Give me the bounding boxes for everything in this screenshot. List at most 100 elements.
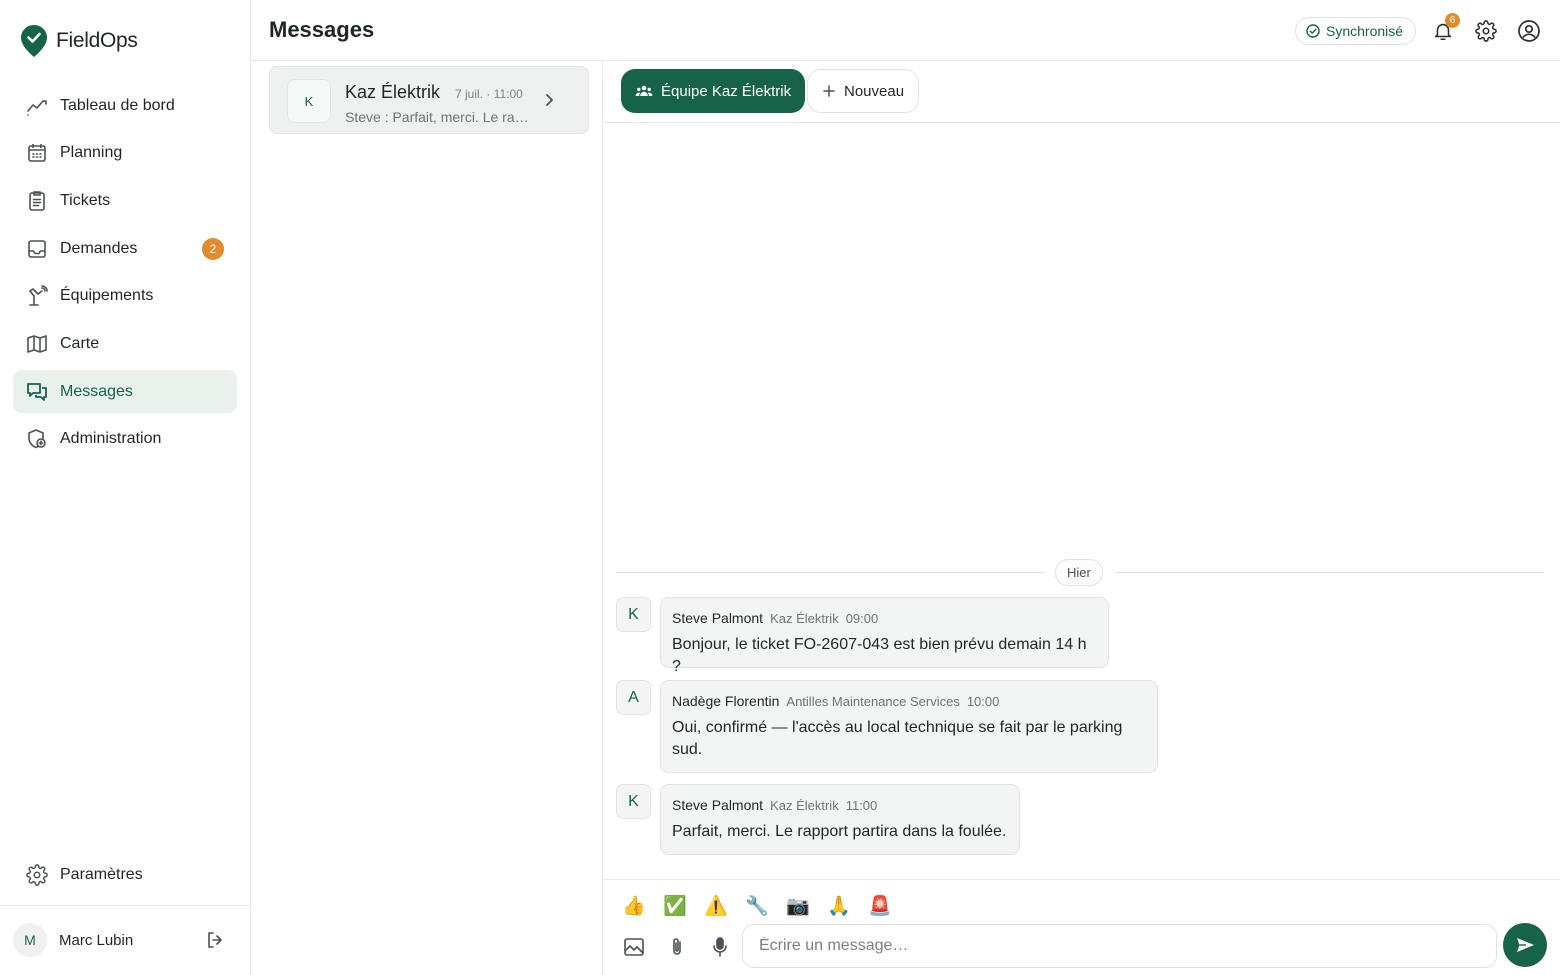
day-separator: Hier [616,559,1544,587]
conversation-list: K Kaz Élektrik 7 juil. · 11:00 Steve : P… [251,61,603,975]
chat-tabs: Équipe Kaz Élektrik Nouveau [604,61,1560,123]
admin-shield-icon [26,428,48,450]
message-org: Kaz Élektrik [770,798,839,813]
sidebar-item-planning[interactable]: Planning [13,132,237,175]
sidebar-item-label: Demandes [60,239,138,257]
current-user: M Marc Lubin [13,922,237,958]
conversation-item[interactable]: K Kaz Élektrik 7 juil. · 11:00 Steve : P… [269,66,589,134]
message-author: Steve Palmont [672,797,764,813]
sync-status-badge[interactable]: Synchronisé [1295,17,1417,45]
day-separator-label: Hier [1055,559,1103,586]
send-icon [1517,938,1534,952]
chat-icon [26,381,48,403]
message-meta: Steve Palmont Kaz Élektrik 11:00 [672,797,1008,813]
message-avatar: K [616,784,651,819]
message-author: Nadège Florentin [672,693,780,709]
message-time: 10:00 [966,694,1000,709]
message-text: Oui, confirmé — l'accès au local techniq… [672,719,1123,758]
sidebar-item-settings[interactable]: Paramètres [13,853,237,896]
new-conversation-button[interactable]: Nouveau [807,69,920,113]
send-button[interactable] [1503,923,1547,967]
map-icon [26,333,48,355]
tab-team-kaz-elektrik[interactable]: Équipe Kaz Élektrik [621,69,806,113]
sidebar-item-label: Tickets [60,191,111,209]
sidebar-item-messages[interactable]: Messages [13,370,237,414]
voice-message-button[interactable] [705,932,735,962]
message-bubble[interactable]: Nadège Florentin Antilles Maintenance Se… [660,680,1158,773]
check-circle-icon [1306,24,1320,38]
attach-file-button[interactable] [662,932,692,962]
chat-panel: Équipe Kaz Élektrik Nouveau Hier K Steve… [604,61,1560,975]
clipboard-icon [26,190,48,212]
sidebar-item-requests[interactable]: Demandes 2 [13,227,237,270]
sidebar-item-label: Messages [60,382,133,400]
siren-emoji-button[interactable]: 🚨 [868,893,892,919]
equipment-icon [26,285,48,307]
divider [616,572,1044,573]
message-time: 11:00 [845,798,878,813]
sidebar-item-map[interactable]: Carte [13,322,237,365]
chevron-right-icon [546,94,553,106]
wrench-emoji-button[interactable]: 🔧 [745,893,769,919]
user-name: Marc Lubin [59,931,134,949]
conversation-time: 7 juil. · 11:00 [455,87,523,101]
sidebar-item-administration[interactable]: Administration [13,418,237,461]
logout-icon [208,932,222,948]
check-mark-emoji-button[interactable]: ✅ [663,893,687,919]
sync-status-label: Synchronisé [1326,23,1404,39]
sidebar: FieldOps Tableau de bord Planning Ticket… [0,0,251,975]
team-icon [635,85,653,96]
location-check-icon [21,25,47,57]
settings-button[interactable] [1471,16,1501,46]
pray-emoji-button[interactable]: 🙏 [827,893,851,919]
message-meta: Nadège Florentin Antilles Maintenance Se… [672,693,1146,709]
page-title: Messages [269,17,375,42]
calendar-icon [26,142,48,164]
tab-label: Nouveau [844,82,905,100]
plus-icon [823,85,835,97]
gear-icon [1475,20,1497,42]
conversation-preview: Steve : Parfait, merci. Le rapport parti… [345,109,530,125]
sidebar-item-label: Administration [60,430,162,448]
message-composer: 👍 ✅ ⚠️ 🔧 📷 🙏 🚨 [604,879,1560,975]
profile-button[interactable] [1514,16,1544,46]
message-input[interactable] [742,924,1497,968]
user-circle-icon [1518,20,1540,42]
warning-emoji-button[interactable]: ⚠️ [704,893,728,919]
thumbs-up-emoji-button[interactable]: 👍 [622,893,646,919]
message-avatar: K [616,597,651,632]
quick-emoji-bar: 👍 ✅ ⚠️ 🔧 📷 🙏 🚨 [622,893,892,919]
app-logo[interactable]: FieldOps [20,24,138,58]
sidebar-item-label: Carte [60,334,100,352]
app-name: FieldOps [56,29,138,52]
message-avatar: A [616,680,651,715]
gear-icon [26,863,48,886]
sidebar-item-dashboard[interactable]: Tableau de bord [13,84,237,127]
conversation-name: Kaz Élektrik [345,82,441,102]
main-nav: Tableau de bord Planning Tickets Demande… [13,84,237,466]
sidebar-item-equipment[interactable]: Équipements [13,275,237,318]
attach-image-button[interactable] [619,932,649,962]
chart-line-icon [26,95,48,117]
message-org: Antilles Maintenance Services [786,694,960,709]
message-author: Steve Palmont [672,610,764,626]
microphone-icon [713,937,727,957]
avatar[interactable]: M [13,923,47,957]
tab-label: Équipe Kaz Élektrik [661,82,792,100]
notifications-button[interactable]: 6 [1428,13,1460,46]
requests-count-badge: 2 [202,238,224,261]
message-bubble[interactable]: Steve Palmont Kaz Élektrik 11:00 Parfait… [660,784,1020,855]
sidebar-bottom-nav: Paramètres [13,853,237,901]
sidebar-item-label: Équipements [60,287,154,305]
message-bubble[interactable]: Steve Palmont Kaz Élektrik 09:00 Bonjour… [660,597,1109,675]
inbox-icon [26,238,48,260]
sidebar-item-tickets[interactable]: Tickets [13,179,237,222]
camera-emoji-button[interactable]: 📷 [786,893,810,919]
top-header: Messages Synchronisé 6 [251,0,1560,61]
logout-button[interactable] [205,930,225,955]
divider [1114,572,1544,573]
notification-count-badge: 6 [1445,13,1460,28]
sidebar-item-label: Tableau de bord [60,96,175,114]
message-time: 09:00 [845,611,879,626]
image-icon [624,938,644,956]
